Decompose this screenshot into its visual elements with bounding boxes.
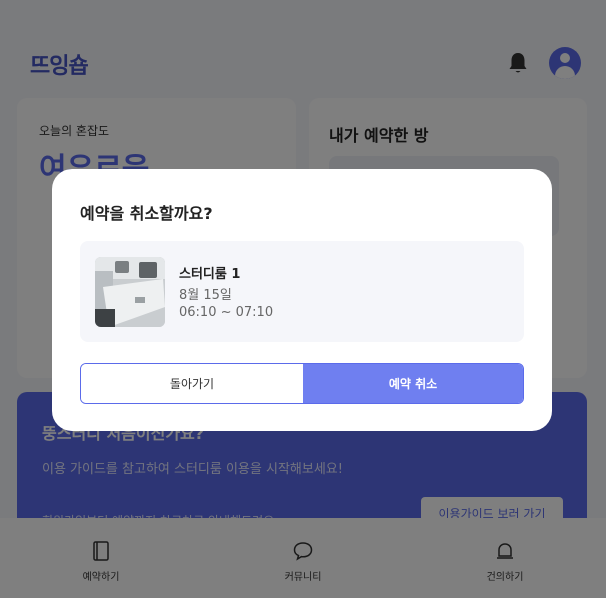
modal-title: 예약을 취소할까요? bbox=[80, 204, 213, 223]
cancel-reservation-button[interactable]: 예약 취소 bbox=[303, 364, 523, 403]
reservation-time: 06:10 ~ 07:10 bbox=[179, 305, 274, 320]
modal-actions: 돌아가기 예약 취소 bbox=[80, 363, 524, 404]
back-button[interactable]: 돌아가기 bbox=[81, 364, 303, 403]
reservation-summary: 스터디룸 1 8월 15일 06:10 ~ 07:10 bbox=[80, 241, 524, 342]
room-name: 스터디룸 1 bbox=[179, 267, 241, 282]
reservation-date: 8월 15일 bbox=[179, 288, 232, 303]
cancel-reservation-modal: 예약을 취소할까요? 스터디룸 1 8월 15일 06:10 ~ 07:10 돌… bbox=[52, 169, 552, 431]
room-thumbnail bbox=[95, 257, 165, 327]
